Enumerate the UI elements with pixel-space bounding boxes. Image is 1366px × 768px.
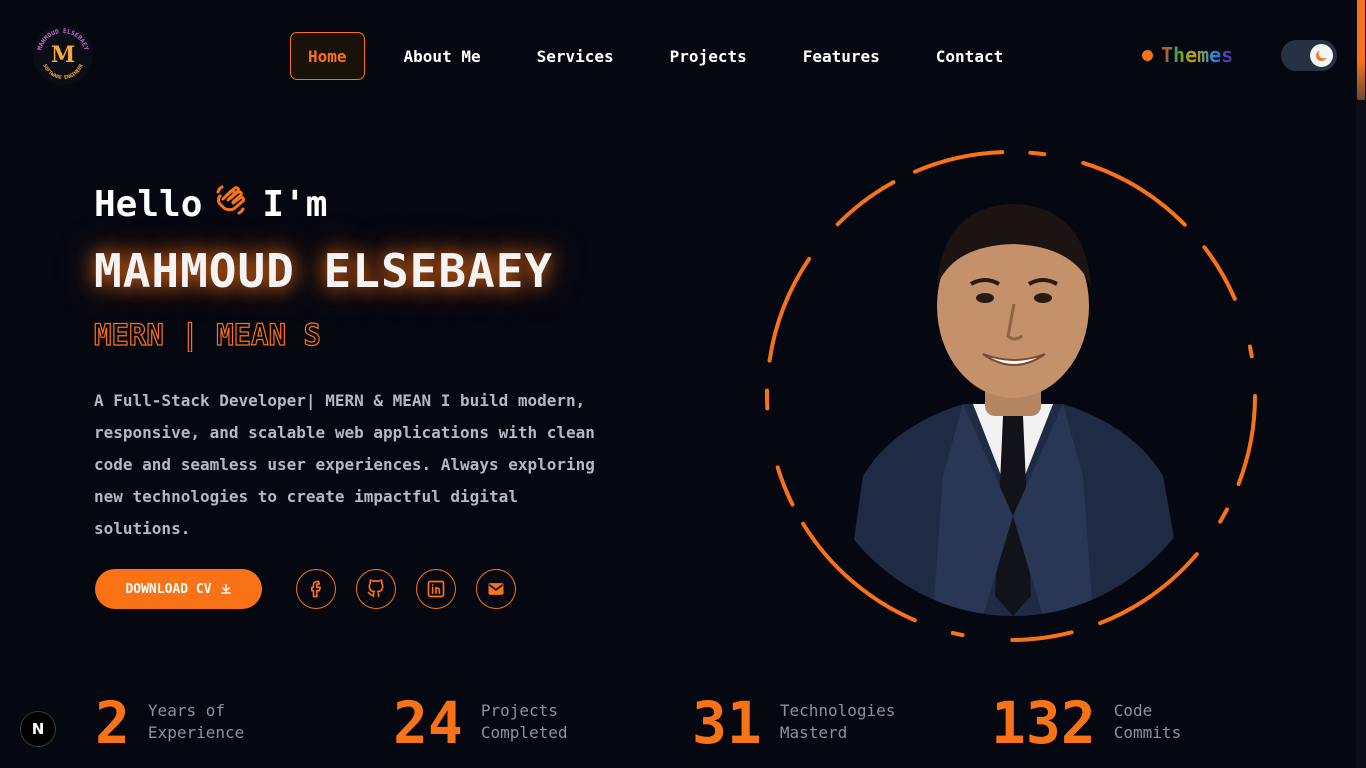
scrollbar-thumb[interactable]: [1357, 0, 1365, 100]
linkedin-icon: [427, 580, 445, 598]
im-text: I'm: [262, 184, 328, 225]
download-icon: [220, 583, 231, 594]
nav-home[interactable]: Home: [290, 32, 365, 80]
hello-text: Hello: [94, 184, 203, 225]
mail-icon: [488, 583, 504, 595]
github-link[interactable]: [356, 569, 396, 609]
social-links: [296, 569, 516, 609]
stat-value: 31: [692, 689, 762, 757]
stat-value: 132: [991, 689, 1096, 757]
stat-projects: 24 Projects Completed: [393, 690, 568, 756]
themes-label: Themes: [1161, 43, 1234, 67]
profile-portrait: [757, 142, 1265, 650]
page-scrollbar[interactable]: [1356, 0, 1366, 768]
hero-name: MAHMOUD ELSEBAEY: [94, 244, 554, 298]
stat-value: 24: [393, 689, 463, 757]
main-nav: Home About Me Services Projects Features…: [290, 32, 1042, 80]
dark-mode-toggle[interactable]: [1281, 40, 1337, 71]
nav-features[interactable]: Features: [786, 32, 897, 80]
email-link[interactable]: [476, 569, 516, 609]
nav-services[interactable]: Services: [520, 32, 631, 80]
stat-experience: 2 Years of Experience: [95, 690, 244, 756]
themes-selector[interactable]: Themes: [1142, 43, 1233, 67]
nav-about-me[interactable]: About Me: [387, 32, 498, 80]
facebook-icon: [311, 580, 321, 598]
stat-commits: 132 Code Commits: [991, 690, 1181, 756]
stat-label: Technologies Masterd: [779, 701, 896, 742]
site-logo[interactable]: MAHMOUD ELSEBAEY SOFTWARE ENGINEER M: [33, 25, 93, 85]
profile-photo: [803, 176, 1223, 616]
github-icon: [367, 579, 384, 598]
linkedin-link[interactable]: [416, 569, 456, 609]
nav-contact[interactable]: Contact: [919, 32, 1020, 80]
stat-value: 2: [95, 689, 130, 757]
logo-monogram: M: [50, 42, 76, 68]
stat-label: Code Commits: [1113, 701, 1182, 742]
nav-projects[interactable]: Projects: [653, 32, 764, 80]
moon-icon: [1310, 44, 1333, 67]
facebook-link[interactable]: [296, 569, 336, 609]
theme-dot-icon: [1142, 49, 1153, 61]
stat-technologies: 31 Technologies Masterd: [692, 690, 895, 756]
stat-label: Projects Completed: [480, 701, 568, 742]
stat-label: Years of Experience: [147, 701, 245, 742]
download-cv-button[interactable]: DOWNLOAD CV: [95, 569, 262, 609]
nextjs-dev-badge[interactable]: N: [20, 711, 56, 747]
hero-greeting: Hello I'm: [94, 182, 327, 227]
hero-role-typing: MERN | MEAN S: [94, 318, 322, 352]
waving-hand-icon: [214, 182, 250, 227]
download-cv-label: DOWNLOAD CV: [125, 581, 212, 597]
hero-bio: A Full-Stack Developer| MERN & MEAN I bu…: [94, 391, 595, 538]
